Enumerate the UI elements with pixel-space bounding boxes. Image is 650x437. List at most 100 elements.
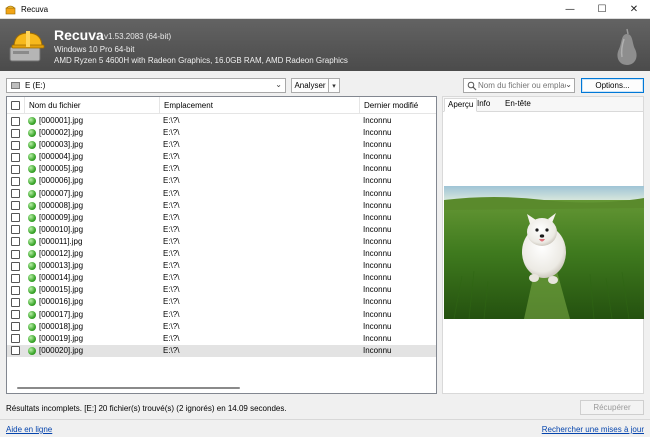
row-checkbox[interactable] [11,249,20,259]
table-row[interactable]: [000012].jpg E:\?\ Inconnu [7,248,436,260]
file-location-cell: E:\?\ [163,164,180,174]
file-state-icon [28,322,36,331]
table-row[interactable]: [000011].jpg E:\?\ Inconnu [7,236,436,248]
file-modified-cell: Inconnu [363,249,392,259]
help-link[interactable]: Aide en ligne [6,425,52,434]
file-location-cell: E:\?\ [163,261,180,271]
file-location-cell: E:\?\ [163,249,180,259]
row-checkbox[interactable] [11,310,20,319]
table-row[interactable]: [000014].jpg E:\?\ Inconnu [7,272,436,284]
maximize-button[interactable]: ☐ [588,0,616,19]
header-checkbox-cell [7,97,25,114]
file-name-cell: [000016].jpg [39,297,84,307]
search-input[interactable] [478,80,566,91]
row-checkbox[interactable] [11,297,20,307]
file-modified-cell: Inconnu [363,128,392,138]
file-state-icon [28,286,36,295]
file-state-icon [28,165,36,174]
scan-dropdown-button[interactable]: ▾ [328,78,340,93]
file-name-cell: [000018].jpg [39,321,84,331]
table-row[interactable]: [000020].jpg E:\?\ Inconnu [7,344,436,357]
tab-apercu[interactable]: Aperçu [444,98,478,112]
piriform-pear-icon [617,28,637,65]
row-checkbox[interactable] [11,189,20,199]
row-checkbox[interactable] [11,140,20,150]
preview-panel: Aperçu Info En-tête [442,96,644,394]
file-state-icon [28,213,36,222]
scrollbar-thumb[interactable] [17,387,240,389]
row-checkbox[interactable] [11,152,20,162]
table-row[interactable]: [000009].jpg E:\?\ Inconnu [7,212,436,224]
drive-select[interactable]: E (E:) ⌄ [6,78,286,93]
row-checkbox[interactable] [11,176,20,186]
table-row[interactable]: [000006].jpg E:\?\ Inconnu [7,175,436,187]
table-row[interactable]: [000015].jpg E:\?\ Inconnu [7,284,436,296]
tab-en-tete[interactable]: En-tête [502,98,534,112]
file-modified-cell: Inconnu [363,188,392,198]
column-header-modified[interactable]: Dernier modifié [360,97,436,114]
file-location-cell: E:\?\ [163,297,180,307]
file-state-icon [28,129,36,138]
row-checkbox[interactable] [11,225,20,235]
table-row[interactable]: [000001].jpg E:\?\ Inconnu [7,115,436,127]
row-checkbox[interactable] [11,334,20,344]
file-list[interactable]: Nom du fichier Emplacement Dernier modif… [6,96,437,394]
table-row[interactable]: [000019].jpg E:\?\ Inconnu [7,333,436,345]
recover-button[interactable]: Récupérer [580,400,644,415]
scan-button[interactable]: Analyser [291,78,329,93]
minimize-button[interactable]: — [556,0,584,19]
file-modified-cell: Inconnu [363,152,392,162]
close-button[interactable]: ✕ [620,0,648,19]
file-name-cell: [000007].jpg [39,188,84,198]
row-checkbox[interactable] [11,346,20,356]
row-checkbox[interactable] [11,213,20,223]
table-row[interactable]: [000007].jpg E:\?\ Inconnu [7,188,436,200]
options-button[interactable]: Options... [581,78,644,93]
column-header-location[interactable]: Emplacement [160,97,360,114]
file-state-icon [28,237,36,246]
search-box[interactable]: ⌄ [463,78,575,93]
row-checkbox[interactable] [11,273,20,283]
app-name: Recuva [54,27,104,43]
file-name-cell: [000005].jpg [39,164,84,174]
file-modified-cell: Inconnu [363,176,392,186]
file-rows: [000001].jpg E:\?\ Inconnu [000002].jpg E:\?… [7,115,436,357]
check-updates-link[interactable]: Rechercher une mises à jour [542,425,644,434]
file-modified-cell: Inconnu [363,333,392,343]
table-row[interactable]: [000016].jpg E:\?\ Inconnu [7,296,436,308]
row-checkbox[interactable] [11,322,20,332]
chevron-down-icon[interactable]: ⌄ [565,80,572,89]
table-row[interactable]: [000013].jpg E:\?\ Inconnu [7,260,436,272]
file-state-icon [28,262,36,271]
table-row[interactable]: [000005].jpg E:\?\ Inconnu [7,163,436,175]
table-row[interactable]: [000018].jpg E:\?\ Inconnu [7,321,436,333]
column-header-name[interactable]: Nom du fichier [25,97,160,114]
table-row[interactable]: [000008].jpg E:\?\ Inconnu [7,200,436,212]
drive-icon [11,82,20,89]
file-modified-cell: Inconnu [363,309,392,319]
recuva-app-icon [5,5,16,15]
table-row[interactable]: [000003].jpg E:\?\ Inconnu [7,139,436,151]
row-checkbox[interactable] [11,116,20,126]
file-state-icon [28,250,36,259]
tab-info[interactable]: Info [474,98,493,112]
table-row[interactable]: [000017].jpg E:\?\ Inconnu [7,309,436,321]
table-row[interactable]: [000004].jpg E:\?\ Inconnu [7,151,436,163]
select-all-checkbox[interactable] [11,101,20,110]
file-state-icon [28,334,36,343]
file-name-cell: [000003].jpg [39,140,84,150]
file-state-icon [28,141,36,150]
row-checkbox[interactable] [11,164,20,174]
row-checkbox[interactable] [11,285,20,295]
row-checkbox[interactable] [11,128,20,138]
table-row[interactable]: [000010].jpg E:\?\ Inconnu [7,224,436,236]
table-row[interactable]: [000002].jpg E:\?\ Inconnu [7,127,436,139]
file-name-cell: [000012].jpg [39,249,84,259]
file-location-cell: E:\?\ [163,285,180,295]
row-checkbox[interactable] [11,261,20,271]
row-checkbox[interactable] [11,237,20,247]
file-name-cell: [000010].jpg [39,224,84,234]
file-state-icon [28,310,36,319]
row-checkbox[interactable] [11,201,20,211]
file-name-cell: [000014].jpg [39,273,84,283]
